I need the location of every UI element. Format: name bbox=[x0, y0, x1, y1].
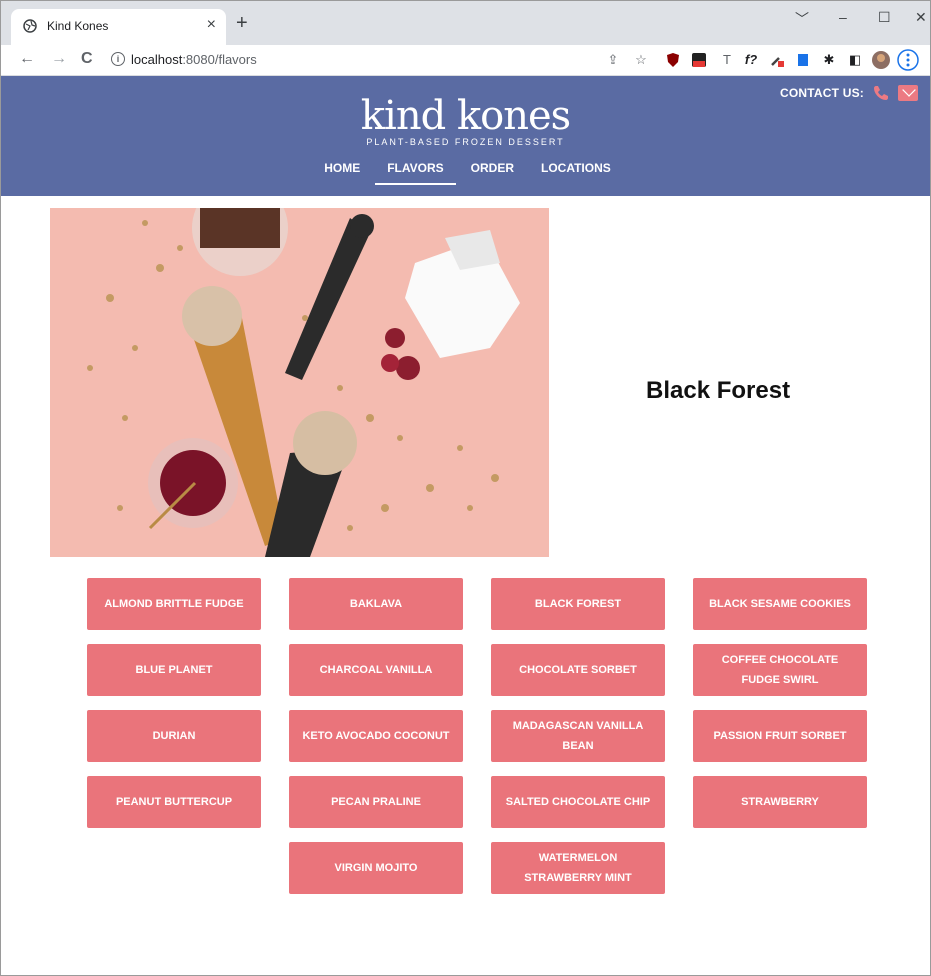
nav-order[interactable]: ORDER bbox=[471, 161, 514, 185]
share-icon[interactable]: ⇪ bbox=[605, 52, 621, 68]
featured-flavor-title: Black Forest bbox=[646, 377, 791, 404]
languagetool-icon[interactable] bbox=[691, 52, 707, 68]
logo-wordmark: kind kones bbox=[360, 93, 571, 139]
flavor-button-watermelon-strawberry-mint[interactable]: WATERMELON STRAWBERRY MINT bbox=[491, 842, 665, 894]
tab-strip: Kind Kones × + ﹀ – ☐ ✕ bbox=[1, 1, 930, 45]
flavor-button-keto-avocado-coconut[interactable]: KETO AVOCADO COCONUT bbox=[289, 710, 463, 762]
nav-locations[interactable]: LOCATIONS bbox=[541, 161, 611, 185]
menu-kebab-icon[interactable] bbox=[897, 49, 919, 71]
reload-button[interactable]: C bbox=[81, 49, 93, 69]
back-button[interactable]: ← bbox=[19, 49, 35, 69]
logo-tagline: PLANT-BASED FROZEN DESSERT bbox=[366, 137, 565, 147]
tab-title: Kind Kones bbox=[47, 19, 109, 33]
flavor-button-black-sesame-cookies[interactable]: BLACK SESAME COOKIES bbox=[693, 578, 867, 630]
flavor-button-coffee-chocolate-fudge-swirl[interactable]: COFFEE CHOCOLATE FUDGE SWIRL bbox=[693, 644, 867, 696]
flavor-button-baklava[interactable]: BAKLAVA bbox=[289, 578, 463, 630]
flavor-button-charcoal-vanilla[interactable]: CHARCOAL VANILLA bbox=[289, 644, 463, 696]
flavor-button-blue-planet[interactable]: BLUE PLANET bbox=[87, 644, 261, 696]
browser-window: Kind Kones × + ﹀ – ☐ ✕ ← → C i localhost… bbox=[0, 0, 931, 976]
document-icon[interactable] bbox=[795, 52, 811, 68]
browser-toolbar: ← → C i localhost:8080/flavors ⇪ ☆ T f? … bbox=[1, 45, 930, 76]
flavor-button-strawberry[interactable]: STRAWBERRY bbox=[693, 776, 867, 828]
address-bar[interactable]: i localhost:8080/flavors bbox=[105, 49, 585, 71]
flavor-button-chocolate-sorbet[interactable]: CHOCOLATE SORBET bbox=[491, 644, 665, 696]
flavor-button-peanut-buttercup[interactable]: PEANUT BUTTERCUP bbox=[87, 776, 261, 828]
function-icon[interactable]: f? bbox=[743, 52, 759, 68]
eyedropper-icon[interactable] bbox=[769, 52, 785, 68]
bookmark-star-icon[interactable]: ☆ bbox=[633, 52, 649, 68]
nav-home[interactable]: HOME bbox=[324, 161, 360, 185]
forward-button[interactable]: → bbox=[51, 49, 67, 69]
flavor-button-black-forest[interactable]: BLACK FOREST bbox=[491, 578, 665, 630]
site-header: CONTACT US: kind kones PLANT-BASED FROZE… bbox=[1, 76, 930, 196]
flavor-button-passion-fruit-sorbet[interactable]: PASSION FRUIT SORBET bbox=[693, 710, 867, 762]
url-path: :8080/flavors bbox=[182, 52, 257, 67]
flavor-button-madagascan-vanilla-bean[interactable]: MADAGASCAN VANILLA BEAN bbox=[491, 710, 665, 762]
tab-search-icon[interactable]: ﹀ bbox=[795, 9, 809, 29]
flavor-photo bbox=[50, 208, 549, 557]
nav-flavors[interactable]: FLAVORS bbox=[375, 161, 457, 185]
globe-icon bbox=[23, 19, 37, 33]
close-tab-icon[interactable]: × bbox=[207, 16, 216, 34]
flavor-button-pecan-praline[interactable]: PECAN PRALINE bbox=[289, 776, 463, 828]
side-panel-icon[interactable]: ◧ bbox=[847, 52, 863, 68]
minimize-icon[interactable]: – bbox=[839, 9, 847, 25]
site-logo[interactable]: kind kones PLANT-BASED FROZEN DESSERT bbox=[1, 96, 930, 147]
browser-tab[interactable]: Kind Kones × bbox=[11, 9, 226, 45]
flavor-button-almond-brittle-fudge[interactable]: ALMOND BRITTLE FUDGE bbox=[87, 578, 261, 630]
url-host: localhost bbox=[131, 52, 183, 67]
url-text: localhost:8080/flavors bbox=[131, 52, 257, 67]
flavor-button-salted-chocolate-chip[interactable]: SALTED CHOCOLATE CHIP bbox=[491, 776, 665, 828]
main-nav: HOME FLAVORS ORDER LOCATIONS bbox=[1, 161, 930, 185]
close-window-icon[interactable]: ✕ bbox=[915, 9, 927, 26]
new-tab-button[interactable]: + bbox=[236, 13, 248, 33]
extensions-puzzle-icon[interactable]: ✱ bbox=[821, 52, 837, 68]
flavor-button-virgin-mojito[interactable]: VIRGIN MOJITO bbox=[289, 842, 463, 894]
text-format-icon[interactable]: T bbox=[719, 52, 735, 68]
profile-avatar[interactable] bbox=[871, 50, 891, 70]
flavor-button-durian[interactable]: DURIAN bbox=[87, 710, 261, 762]
site-info-icon[interactable]: i bbox=[111, 52, 125, 66]
ublock-icon[interactable] bbox=[665, 52, 681, 68]
maximize-icon[interactable]: ☐ bbox=[878, 9, 891, 26]
